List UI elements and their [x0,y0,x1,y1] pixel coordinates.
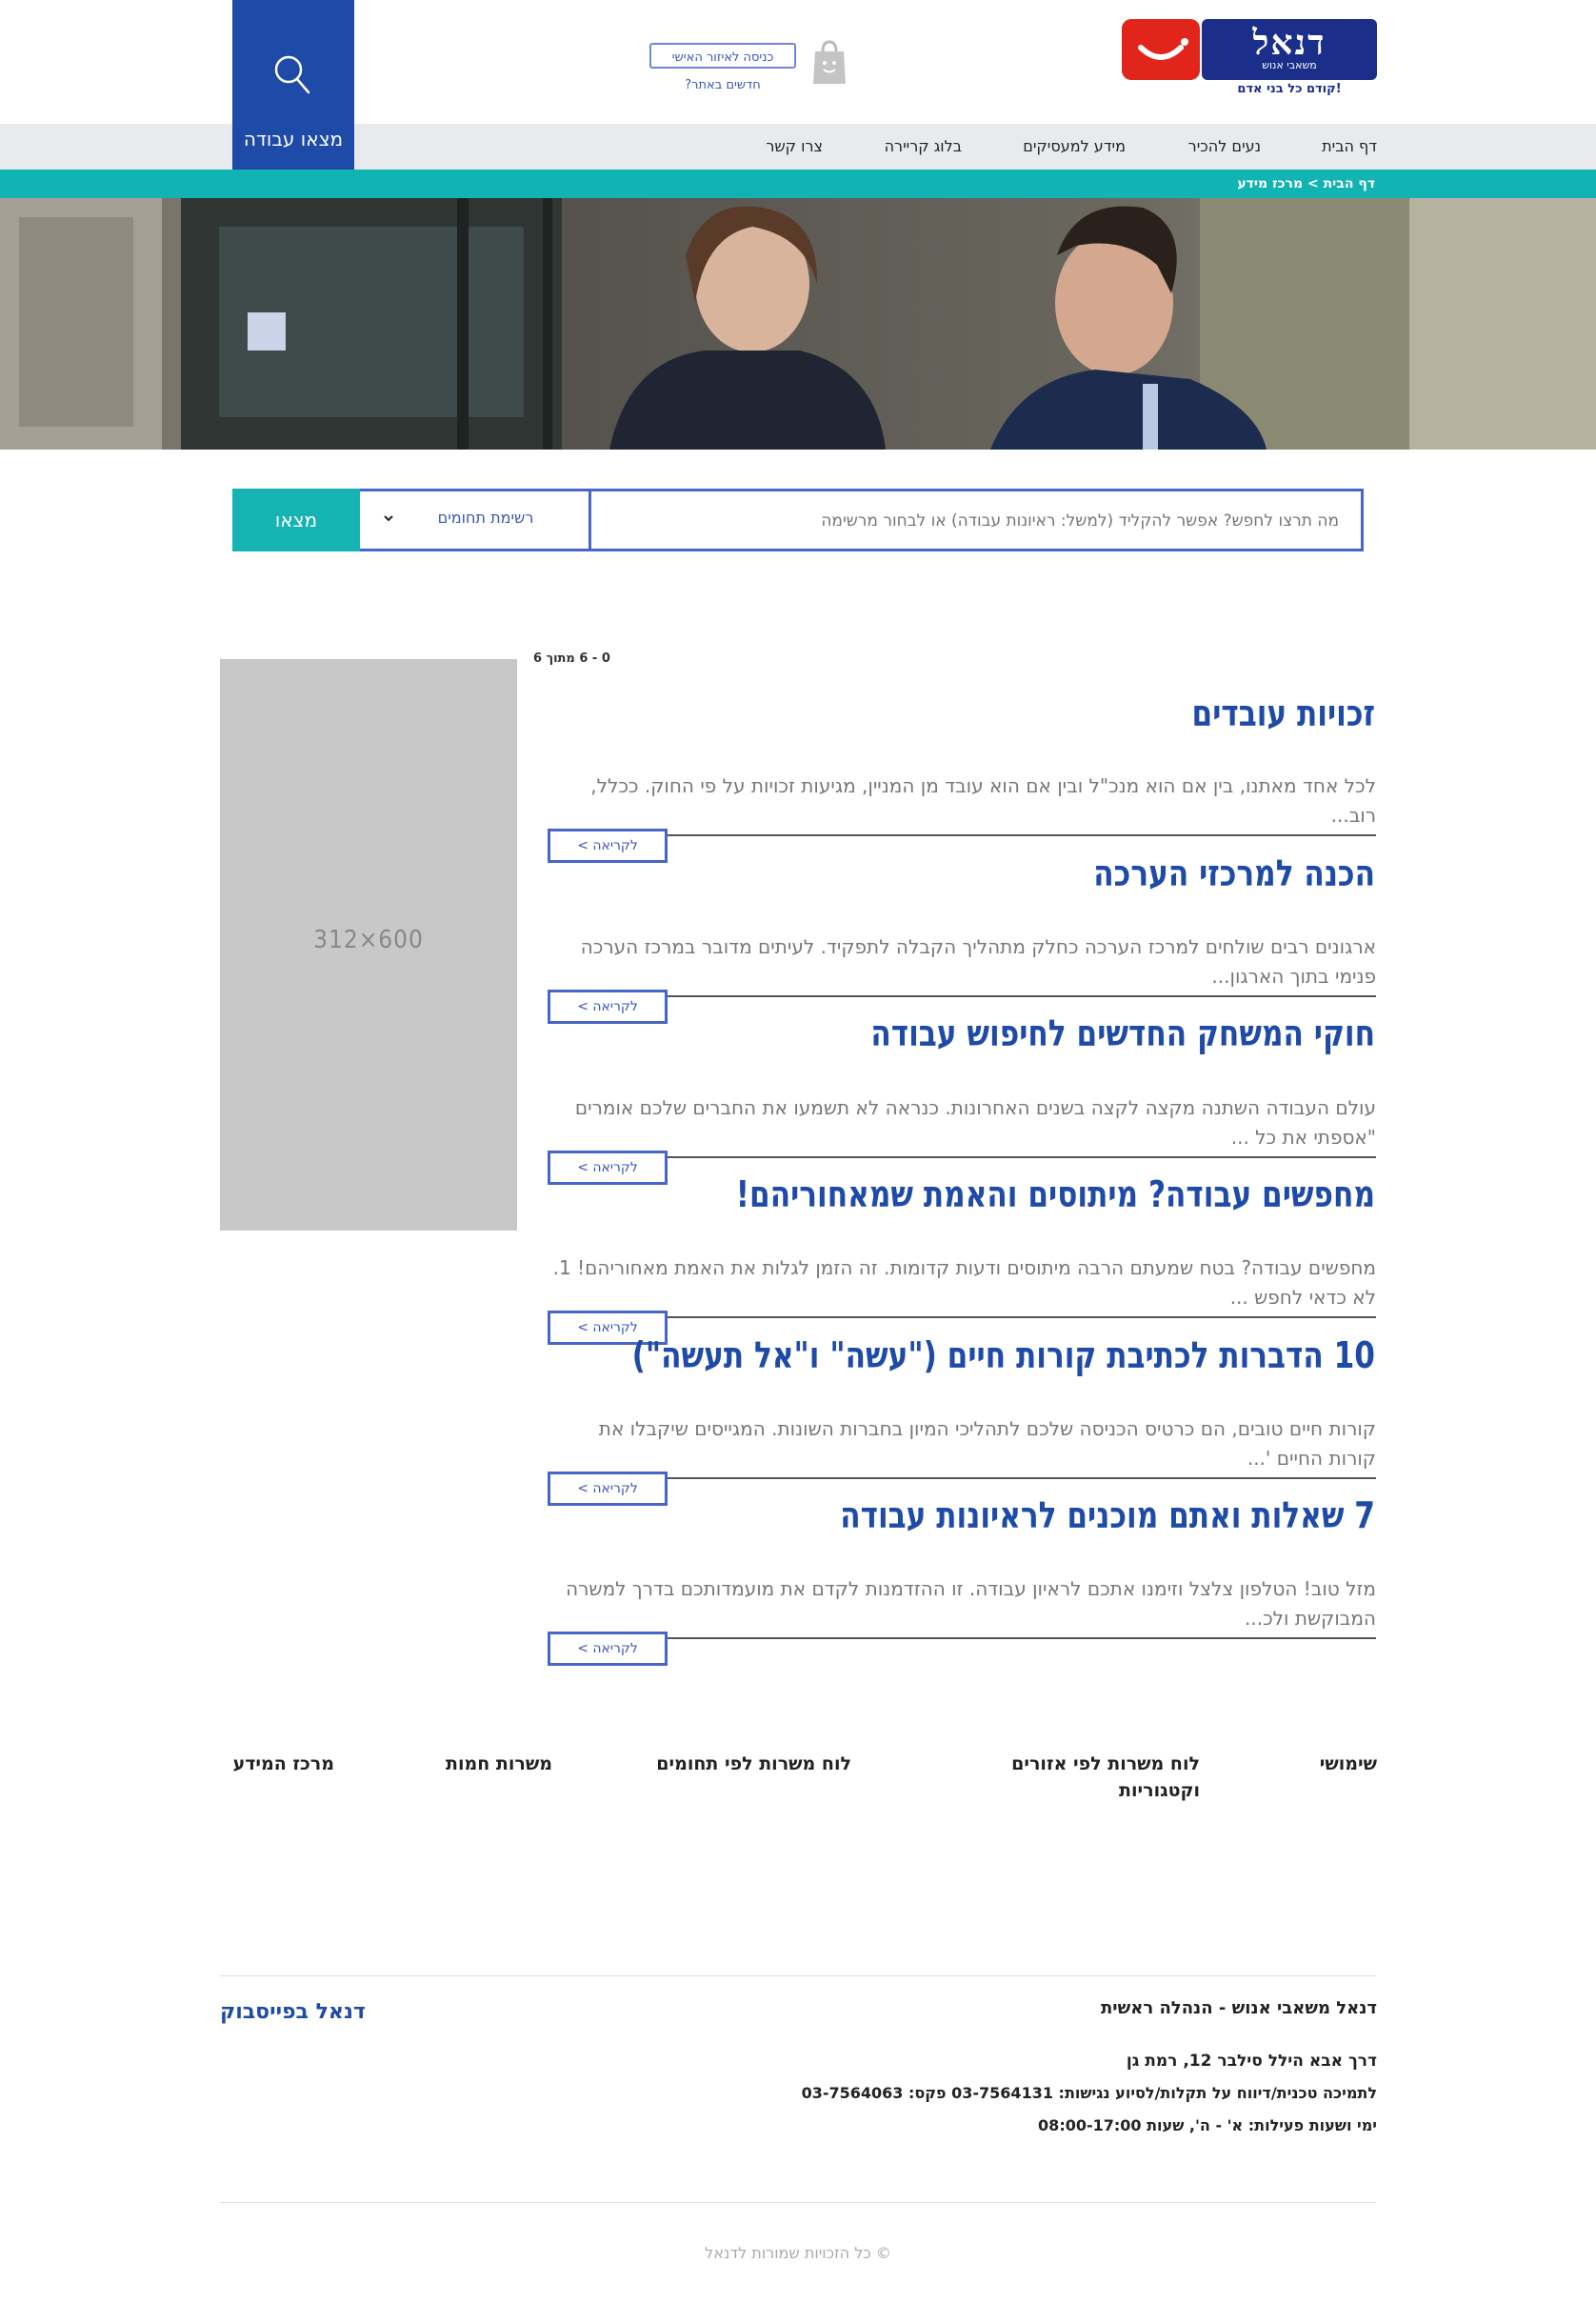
read-more-button[interactable]: לקריאה > [548,1472,668,1506]
nav-item-contact[interactable]: צרו קשר [724,124,823,170]
search-divider [589,491,591,549]
logo-smile-icon[interactable] [1122,19,1200,80]
nav-item-career-blog[interactable]: בלוג קריירה [819,124,962,170]
article-title[interactable]: מחפשים עבודה? מיתוסים והאמת שמאחוריהם! [685,1171,1375,1218]
company-hours: ימי ושעות פעילות: א' - ה', שעות 08:00-17… [1038,2116,1377,2134]
footer-link-info-center[interactable]: מרכז המידע [220,1751,334,1777]
results-count: 0 - 6 מתוך 6 [533,651,610,666]
article-excerpt: מזל טוב! הטלפון צלצל וזימנו אתכם לראיון … [566,1577,1376,1630]
facebook-link[interactable]: דנאל בפייסבוק [220,2000,410,2024]
company-address: דרך אבא הילל סילבר 12, רמת גן [1126,2052,1377,2071]
search-submit-button[interactable]: מצאו [232,489,360,551]
hero-image [0,198,1596,450]
read-more-button[interactable]: לקריאה > [548,990,668,1024]
footer-bottom-divider [220,2202,1376,2203]
read-more-button[interactable]: לקריאה > [548,1151,668,1185]
article-excerpt: קורות חיים טובים, הם כרטיס הכניסה שלכם ל… [598,1417,1376,1470]
breadcrumb[interactable]: דף הבית > מרכז מידע [1143,170,1375,198]
footer-divider [220,1975,1376,1976]
footer-link-jobs-by-field[interactable]: לוח משרות לפי תחומים [648,1751,851,1777]
article-title[interactable]: הכנה למרכזי הערכה [685,850,1375,897]
article-excerpt: לכל אחד מאתנו, בין אם הוא מנכ"ל ובין אם … [590,774,1376,827]
logo-subtitle: משאבי אנוש [1262,59,1317,71]
article-divider [548,1637,1376,1639]
company-support-info: לתמיכה טכנית/דיווח על תקלות/לסיוע נגישות… [801,2084,1377,2102]
footer-link-jobs-by-region[interactable]: לוח משרות לפי אזורים וקטגוריות [1009,1751,1200,1804]
article-excerpt: מחפשים עבודה? בטח שמעתם הרבה מיתוסים ודע… [552,1256,1376,1309]
footer-link-hot-jobs[interactable]: משרות חמות [419,1751,552,1777]
company-name: דנאל משאבי אנוש - הנהלה ראשית [1100,1998,1377,2018]
login-button[interactable]: כניסה לאיזור האישי [649,43,796,69]
search-input[interactable] [592,491,1341,551]
read-more-button[interactable]: לקריאה > [548,829,668,863]
logo-tagline: קודם כל בני אדם! [1237,82,1342,96]
find-job-label[interactable]: מצאו עבודה [232,128,354,150]
article-divider [548,1477,1376,1479]
logo-text: דנאל [1252,23,1327,63]
article-divider [548,995,1376,997]
article-divider [548,1156,1376,1158]
copyright: © כל הזכויות שמורות לדנאל [705,2244,891,2262]
article-title[interactable]: זכויות עובדים [685,690,1375,737]
category-select-label[interactable]: רשימת תחומים [409,491,562,545]
new-user-link[interactable]: חדשים באתר? [649,78,796,92]
read-more-button[interactable]: לקריאה > [548,1632,668,1666]
article-divider [548,1316,1376,1318]
article-title[interactable]: חוקי המשחק החדשים לחיפוש עבודה [685,1010,1375,1057]
article-title[interactable]: 7 שאלות ואתם מוכנים לראיונות עבודה [685,1492,1375,1539]
article-title[interactable]: 10 הדברות לכתיבת קורות חיים ("עשה" ו"אל … [632,1332,1375,1379]
article-excerpt: עולם העבודה השתנה מקצה לקצה בשנים האחרונ… [574,1096,1376,1149]
article-excerpt: ארגונים רבים שולחים למרכז הערכה כחלק מתה… [580,935,1376,988]
article-divider [548,834,1376,836]
ad-size-label: 312×600 [313,926,424,954]
search-icon[interactable] [273,53,311,95]
footer-link-useful[interactable]: שימושי [1267,1751,1377,1777]
shopping-bag-icon[interactable] [811,38,848,86]
chevron-down-icon[interactable] [381,511,396,526]
